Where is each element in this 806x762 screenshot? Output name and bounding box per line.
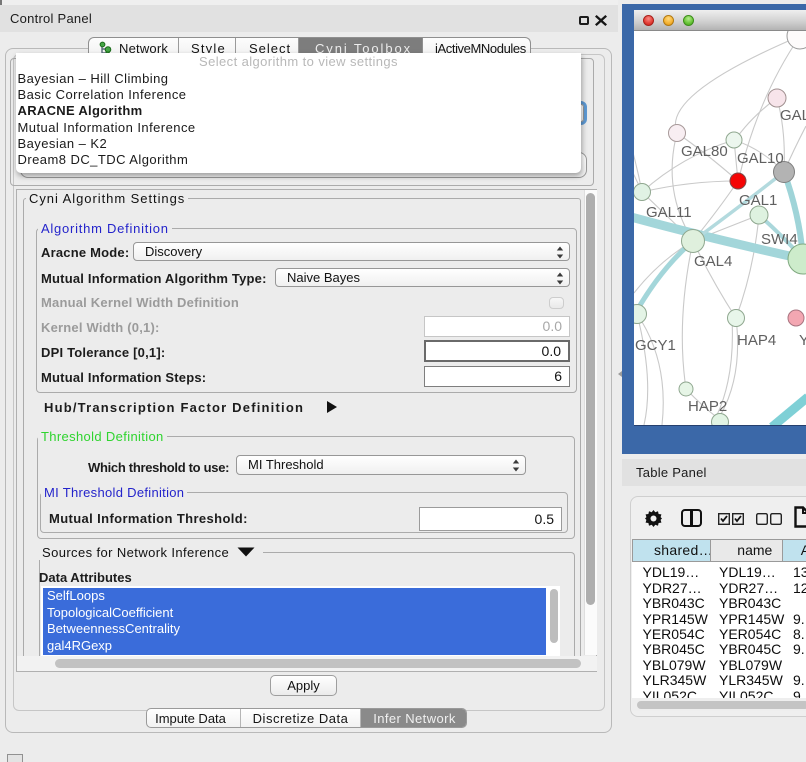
svg-text:GAL80: GAL80 [681,143,728,160]
svg-text:GAL4: GAL4 [694,253,732,270]
svg-text:HAP4: HAP4 [737,332,776,349]
svg-text:GAL7: GAL7 [780,107,806,124]
svg-text:GAL11: GAL11 [646,204,692,221]
svg-text:GAL10: GAL10 [737,150,784,167]
svg-text:GCY1: GCY1 [635,337,676,354]
svg-text:YJ: YJ [799,332,806,349]
svg-text:HAP2: HAP2 [688,398,727,415]
svg-text:SWI4: SWI4 [761,231,798,248]
svg-text:GAL1: GAL1 [739,192,777,209]
